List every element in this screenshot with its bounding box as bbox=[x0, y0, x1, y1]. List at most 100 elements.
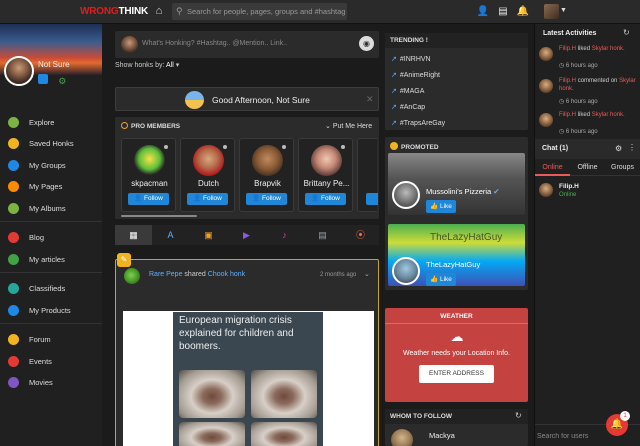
follow-button[interactable]: 👤 Follow bbox=[187, 193, 228, 205]
like-button[interactable]: 👍 Like bbox=[426, 200, 456, 213]
sidebar-item-classifieds[interactable]: Classifieds bbox=[8, 282, 102, 296]
floating-notification-button[interactable]: 🔔 1 bbox=[606, 411, 630, 436]
close-icon[interactable]: ✕ bbox=[366, 94, 374, 105]
trending-tag[interactable]: ↗ #INRHVN bbox=[391, 55, 431, 63]
promoted-page-avatar[interactable] bbox=[392, 181, 420, 209]
post-target-link[interactable]: Chook bbox=[208, 271, 228, 278]
camera-icon[interactable]: ◉ bbox=[359, 36, 374, 51]
tab-all-icon[interactable]: ▦ bbox=[115, 225, 152, 245]
tab-music-icon[interactable]: ♪ bbox=[266, 225, 303, 245]
account-avatar[interactable] bbox=[544, 4, 559, 19]
member-name[interactable]: Brapvik bbox=[240, 179, 295, 188]
chat-icon[interactable] bbox=[38, 74, 48, 84]
promoted-page-card[interactable]: Mussolini's Pizzeria ✔ 👍 Like bbox=[388, 153, 525, 215]
sidebar-item-my-articles[interactable]: My articles bbox=[8, 253, 102, 267]
post-image[interactable]: European migration crisis explained for … bbox=[123, 311, 374, 446]
follow-button[interactable]: 👤 Follow bbox=[305, 193, 346, 205]
right-sidebar: Latest Activities ↻ Filip.H liked Skylar… bbox=[534, 24, 640, 446]
top-bar: WRONGTHINK ⌂ ⚲ 👤 ▤ 🔔 ▼ bbox=[0, 0, 640, 24]
pro-member-card[interactable]: Brittany Pe... 👤 Follow bbox=[298, 138, 353, 212]
feed-filter[interactable]: Show honks by: All ▾ bbox=[115, 61, 179, 69]
activity-item[interactable]: Filip.H commented on Skylar honk. ◷ 6 ho… bbox=[535, 76, 640, 105]
trending-panel: TRENDING ! ↗ #INRHVN ↗ #AnimeRight ↗ #MAGA … bbox=[385, 33, 528, 130]
refresh-icon[interactable]: ↻ bbox=[623, 28, 630, 37]
sidebar-item-my-groups[interactable]: My Groups bbox=[8, 159, 102, 173]
follow-button[interactable] bbox=[366, 193, 378, 205]
profile-avatar[interactable] bbox=[4, 56, 34, 86]
trending-tag[interactable]: ↗ #AnimeRight bbox=[391, 71, 440, 79]
chevron-down-icon[interactable]: ⌄ bbox=[364, 270, 370, 278]
tab-online[interactable]: Online bbox=[535, 160, 570, 176]
activity-avatar[interactable] bbox=[539, 47, 553, 61]
activity-avatar[interactable] bbox=[539, 79, 553, 93]
post-author-avatar[interactable] bbox=[124, 268, 140, 284]
sidebar-item-events[interactable]: Events bbox=[8, 355, 102, 369]
follow-button[interactable]: 👤 Follow bbox=[128, 193, 169, 205]
chat-title[interactable]: Chat (1) bbox=[535, 139, 640, 159]
activity-item[interactable]: Filip.H liked Skylar honk. ◷ 6 hours ago bbox=[535, 110, 640, 138]
tab-location-icon[interactable]: ⦿ bbox=[342, 225, 379, 245]
site-logo[interactable]: WRONGTHINK bbox=[80, 6, 148, 17]
tab-file-icon[interactable]: ▤ bbox=[304, 225, 341, 245]
sidebar-item-movies[interactable]: Movies bbox=[8, 376, 102, 390]
gear-icon[interactable]: ⚙ bbox=[615, 144, 622, 153]
put-me-here-button[interactable]: ⌄ Put Me Here bbox=[325, 122, 372, 130]
post-composer[interactable]: What's Honking? #Hashtag.. @Mention.. Li… bbox=[115, 31, 379, 58]
sidebar-item-my-albums[interactable]: My Albums bbox=[8, 202, 102, 216]
trending-tag[interactable]: ↗ #TrapsAreGay bbox=[391, 119, 445, 127]
member-name[interactable]: Brittany Pe... bbox=[299, 179, 354, 188]
refresh-icon[interactable]: ↻ bbox=[515, 411, 522, 420]
tab-text-icon[interactable]: A bbox=[152, 225, 189, 245]
enter-address-button[interactable]: ENTER ADDRESS bbox=[419, 365, 494, 383]
promoted-page-avatar[interactable] bbox=[392, 257, 420, 285]
star-icon bbox=[390, 142, 398, 150]
notification-count: 1 bbox=[620, 411, 630, 421]
search-input[interactable] bbox=[187, 3, 345, 20]
pro-member-card-partial[interactable] bbox=[357, 138, 378, 212]
member-avatar[interactable] bbox=[252, 145, 283, 176]
sidebar-item-blog[interactable]: Blog bbox=[8, 231, 102, 245]
tab-offline[interactable]: Offline bbox=[570, 160, 605, 176]
more-icon[interactable]: ⋮ bbox=[628, 143, 636, 152]
composer-placeholder[interactable]: What's Honking? #Hashtag.. @Mention.. Li… bbox=[142, 40, 287, 47]
suggested-user-avatar[interactable] bbox=[391, 429, 413, 446]
chat-user-item[interactable]: Filip.H Online bbox=[539, 181, 639, 203]
messages-icon[interactable]: ▤ bbox=[496, 5, 510, 19]
like-button[interactable]: 👍 Like bbox=[426, 273, 456, 286]
promoted-page-card[interactable]: TheLazyHatGuy TheLazyHatGuy 👍 Like bbox=[388, 224, 525, 286]
promoted-page-name[interactable]: Mussolini's Pizzeria ✔ bbox=[426, 187, 500, 196]
flag-icon bbox=[8, 181, 19, 192]
pro-member-card[interactable]: Brapvik 👤 Follow bbox=[239, 138, 294, 212]
suggested-user-name[interactable]: Mackya bbox=[429, 431, 455, 440]
sidebar-item-saved-honks[interactable]: Saved Honks bbox=[8, 137, 102, 151]
pro-member-card[interactable]: skpacman 👤 Follow bbox=[121, 138, 176, 212]
member-avatar[interactable] bbox=[134, 145, 165, 176]
chevron-down-icon[interactable]: ▼ bbox=[560, 7, 567, 14]
post-author-link[interactable]: Rare Pepe bbox=[149, 271, 182, 278]
activity-avatar[interactable] bbox=[539, 113, 553, 127]
notifications-bell-icon[interactable]: 🔔 bbox=[516, 5, 530, 19]
tab-video-icon[interactable]: ▶ bbox=[228, 225, 265, 245]
pro-member-card[interactable]: Dutch 👤 Follow bbox=[180, 138, 235, 212]
sidebar-item-explore[interactable]: Explore bbox=[8, 116, 102, 130]
trending-tag[interactable]: ↗ #MAGA bbox=[391, 87, 424, 95]
profile-name[interactable]: Not Sure bbox=[38, 60, 70, 69]
activity-item[interactable]: Filip.H liked Skylar honk. ◷ 6 hours ago bbox=[535, 44, 640, 72]
gear-icon[interactable]: ⚙ bbox=[58, 76, 68, 86]
follow-button[interactable]: 👤 Follow bbox=[246, 193, 287, 205]
sidebar-item-my-products[interactable]: My Products bbox=[8, 304, 102, 318]
member-avatar[interactable] bbox=[311, 145, 342, 176]
tab-groups[interactable]: Groups bbox=[605, 160, 640, 176]
trending-tag[interactable]: ↗ #AnCap bbox=[391, 103, 425, 111]
member-avatar[interactable] bbox=[193, 145, 224, 176]
promoted-page-name[interactable]: TheLazyHatGuy bbox=[426, 260, 480, 269]
member-name[interactable]: skpacman bbox=[122, 179, 177, 188]
tab-image-icon[interactable]: ▣ bbox=[190, 225, 227, 245]
sidebar-item-forum[interactable]: Forum bbox=[8, 333, 102, 347]
post-time[interactable]: 2 months ago bbox=[320, 272, 356, 278]
carousel-scrollbar[interactable] bbox=[121, 215, 197, 217]
sidebar-item-my-pages[interactable]: My Pages bbox=[8, 180, 102, 194]
member-name[interactable]: Dutch bbox=[181, 179, 236, 188]
add-friend-icon[interactable]: 👤 bbox=[476, 5, 490, 19]
home-icon[interactable]: ⌂ bbox=[152, 4, 166, 18]
